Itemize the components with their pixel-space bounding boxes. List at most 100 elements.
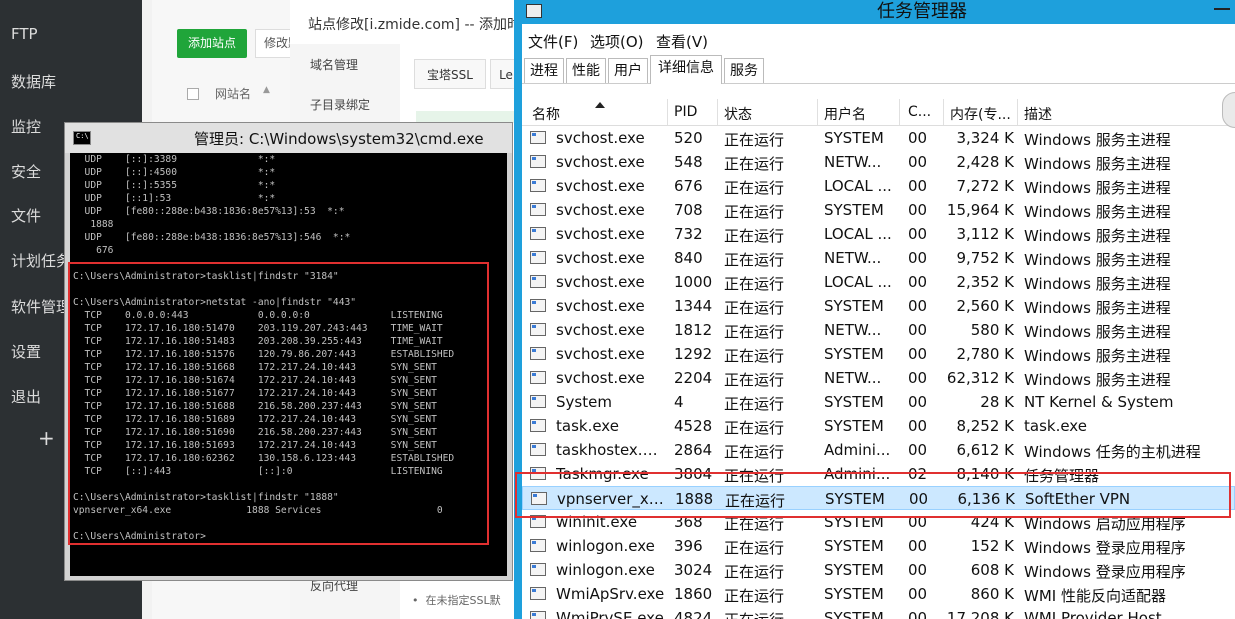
col-separator[interactable] — [1017, 99, 1018, 125]
process-row[interactable]: winlogon.exe 396 正在运行 SYSTEM 00 152 K Windows … — [522, 534, 1235, 558]
process-user: SYSTEM — [824, 585, 884, 603]
menu-options[interactable]: 选项(O) — [590, 31, 644, 52]
col-cpu[interactable]: C... — [908, 104, 938, 120]
process-row[interactable]: svchost.exe 1292 正在运行 SYSTEM 00 2,780 K Window… — [522, 342, 1235, 366]
col-name[interactable]: 名称 — [532, 104, 662, 124]
sidebar-item-ftp[interactable]: FTP — [11, 25, 38, 43]
add-site-button[interactable]: 添加站点 — [177, 29, 247, 58]
process-cpu: 00 — [908, 561, 928, 579]
tab-processes[interactable]: 进程 — [524, 58, 564, 83]
process-cpu: 00 — [908, 225, 928, 243]
column-site-name[interactable]: 网站名 — [215, 85, 251, 102]
process-memory: 2,780 K — [956, 345, 1014, 363]
process-row[interactable]: svchost.exe 732 正在运行 LOCAL ... 00 3,112 K Wind… — [522, 222, 1235, 246]
process-memory: 580 K — [970, 321, 1014, 339]
tab-bt-ssl[interactable]: 宝塔SSL — [414, 59, 486, 89]
tm-titlebar[interactable]: 任务管理器 — [522, 0, 1235, 24]
tab-details[interactable]: 详细信息 — [650, 55, 722, 84]
process-row[interactable]: svchost.exe 548 正在运行 NETW... 00 2,428 K Window… — [522, 150, 1235, 174]
process-row[interactable]: svchost.exe 520 正在运行 SYSTEM 00 3,324 K Windows… — [522, 126, 1235, 150]
sidebar-item-monitor[interactable]: 监控 — [11, 116, 41, 137]
collapse-handle[interactable] — [1222, 92, 1235, 128]
process-row[interactable]: svchost.exe 708 正在运行 SYSTEM 00 15,964 K Window… — [522, 198, 1235, 222]
col-memory[interactable]: 内存(专... — [950, 104, 1020, 124]
sidebar-item-logout[interactable]: 退出 — [11, 386, 41, 407]
process-description: WMI 性能反向适配器 — [1024, 587, 1166, 605]
task-manager-window[interactable]: 任务管理器 文件(F) 选项(O) 查看(V) 进程 性能 用户 详细信息 服务… — [514, 0, 1235, 619]
process-description: NT Kernel & System — [1024, 393, 1174, 411]
sidebar-item-settings[interactable]: 设置 — [11, 341, 41, 362]
col-separator[interactable] — [943, 99, 944, 125]
process-description: Windows 服务主进程 — [1024, 155, 1171, 173]
tab-users[interactable]: 用户 — [608, 58, 648, 83]
col-status[interactable]: 状态 — [724, 104, 814, 124]
nav-domain-manage[interactable]: 域名管理 — [310, 56, 358, 73]
process-row[interactable]: System 4 正在运行 SYSTEM 00 28 K NT Kernel & Syste… — [522, 390, 1235, 414]
menu-view[interactable]: 查看(V) — [656, 31, 708, 52]
col-description[interactable]: 描述 — [1024, 104, 1224, 124]
process-description: Windows 登录应用程序 — [1024, 539, 1186, 557]
sidebar-item-security[interactable]: 安全 — [11, 161, 41, 182]
process-row[interactable]: task.exe 4528 正在运行 SYSTEM 00 8,252 K task.exe — [522, 414, 1235, 438]
process-row[interactable]: svchost.exe 1812 正在运行 NETW... 00 580 K Windows… — [522, 318, 1235, 342]
cmd-icon: C:\ — [73, 131, 91, 145]
process-row[interactable]: WmiPrvSE.exe 4824 正在运行 SYSTEM 00 17,208 K WMI … — [522, 606, 1235, 619]
sidebar-item-cron[interactable]: 计划任务 — [11, 250, 71, 271]
tab-performance[interactable]: 性能 — [566, 58, 606, 83]
process-description: Windows 服务主进程 — [1024, 275, 1171, 293]
process-icon — [530, 419, 546, 432]
process-icon — [530, 539, 546, 552]
process-status: 正在运行 — [724, 419, 785, 437]
tab-services[interactable]: 服务 — [724, 58, 764, 83]
col-separator[interactable] — [667, 99, 668, 125]
col-separator[interactable] — [817, 99, 818, 125]
tm-menubar: 文件(F) 选项(O) 查看(V) — [522, 28, 1235, 52]
sidebar-item-database[interactable]: 数据库 — [11, 71, 56, 92]
process-icon — [530, 443, 546, 456]
console-line: UDP [::]:3389 *:* — [73, 154, 276, 165]
minimize-button[interactable] — [1210, 0, 1235, 12]
col-username[interactable]: 用户名 — [824, 104, 896, 124]
sidebar-item-software[interactable]: 软件管理 — [11, 296, 71, 317]
col-separator[interactable] — [717, 99, 718, 125]
process-memory: 6,612 K — [956, 441, 1014, 459]
process-user: SYSTEM — [824, 561, 884, 579]
nav-subdir-bind[interactable]: 子目录绑定 — [310, 96, 370, 113]
process-cpu: 00 — [908, 609, 928, 619]
process-name: svchost.exe — [556, 225, 645, 243]
sidebar-item-files[interactable]: 文件 — [11, 205, 41, 226]
process-description: Windows 服务主进程 — [1024, 131, 1171, 149]
process-row[interactable]: svchost.exe 1000 正在运行 LOCAL ... 00 2,352 K Win… — [522, 270, 1235, 294]
process-icon — [530, 155, 546, 168]
process-user: LOCAL ... — [824, 273, 892, 291]
process-row[interactable]: svchost.exe 676 正在运行 LOCAL ... 00 7,272 K Wind… — [522, 174, 1235, 198]
menu-file[interactable]: 文件(F) — [528, 31, 578, 52]
process-row[interactable]: svchost.exe 2204 正在运行 NETW... 00 62,312 K Wind… — [522, 366, 1235, 390]
process-description: Windows 服务主进程 — [1024, 203, 1171, 221]
process-icon — [530, 227, 546, 240]
process-row[interactable]: taskhostex.exe 2864 正在运行 Admini... 00 6,612 K… — [522, 438, 1235, 462]
process-name: WmiApSrv.exe — [556, 585, 665, 603]
select-all-checkbox[interactable] — [187, 88, 199, 100]
process-memory: 2,352 K — [956, 273, 1014, 291]
process-cpu: 00 — [908, 537, 928, 555]
process-description: Windows 服务主进程 — [1024, 251, 1171, 269]
process-description: Windows 服务主进程 — [1024, 371, 1171, 389]
cmd-titlebar[interactable]: C:\ 管理员: C:\Windows\system32\cmd.exe — [65, 123, 512, 153]
sort-up-icon[interactable]: ▲ — [263, 85, 270, 95]
col-separator[interactable] — [899, 99, 900, 125]
process-name: winlogon.exe — [556, 537, 655, 555]
process-cpu: 00 — [908, 345, 928, 363]
process-row[interactable]: winlogon.exe 3024 正在运行 SYSTEM 00 608 K Windows… — [522, 558, 1235, 582]
process-cpu: 00 — [908, 297, 928, 315]
process-icon — [530, 347, 546, 360]
process-cpu: 00 — [908, 177, 928, 195]
process-list[interactable]: svchost.exe 520 正在运行 SYSTEM 00 3,324 K Windows… — [522, 126, 1235, 619]
col-pid[interactable]: PID — [674, 104, 719, 120]
process-icon — [530, 587, 546, 600]
process-cpu: 00 — [908, 369, 928, 387]
process-row[interactable]: svchost.exe 840 正在运行 NETW... 00 9,752 K Window… — [522, 246, 1235, 270]
process-row[interactable]: WmiApSrv.exe 1860 正在运行 SYSTEM 00 860 K WMI 性能反… — [522, 582, 1235, 606]
process-row[interactable]: svchost.exe 1344 正在运行 SYSTEM 00 2,560 K Window… — [522, 294, 1235, 318]
add-icon[interactable]: + — [38, 426, 55, 450]
